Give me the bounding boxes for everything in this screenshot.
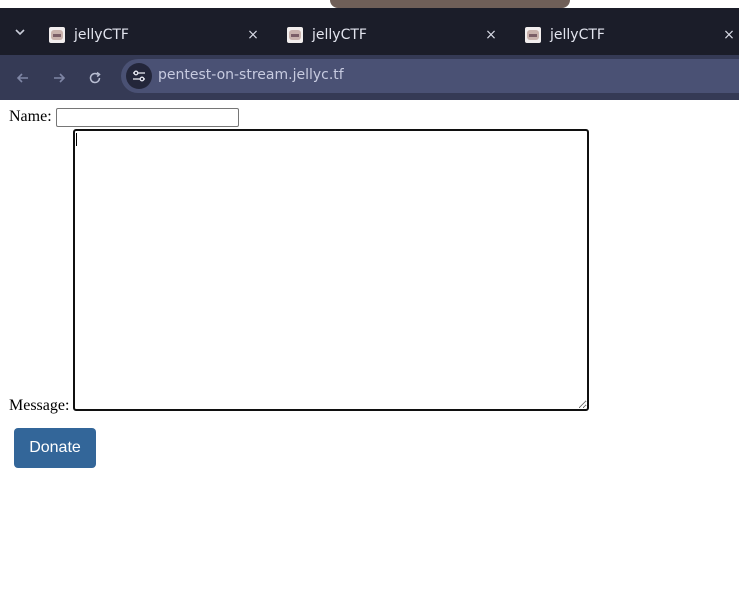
browser-tab[interactable]: jellyCTF × — [279, 16, 505, 54]
browser-tab[interactable]: jellyCTF × — [517, 16, 739, 54]
back-button[interactable] — [9, 64, 37, 92]
tab-list-button[interactable] — [8, 20, 32, 44]
reload-button[interactable] — [81, 64, 109, 92]
jellyctf-favicon-icon — [49, 27, 65, 43]
arrow-right-icon — [54, 73, 66, 83]
name-label: Name: — [9, 108, 52, 125]
reload-icon — [89, 71, 101, 84]
name-input[interactable] — [56, 108, 239, 127]
jellyctf-favicon-icon — [287, 27, 303, 43]
browser-tab[interactable]: jellyCTF × — [41, 16, 267, 54]
close-icon[interactable]: × — [481, 25, 501, 45]
donate-button[interactable]: Donate — [14, 428, 96, 468]
top-strip — [0, 0, 739, 8]
tab-title: jellyCTF — [74, 27, 129, 43]
tab-title: jellyCTF — [312, 27, 367, 43]
browser-toolbar: pentest-on-stream.jellyc.tf — [0, 55, 739, 100]
close-icon[interactable]: × — [243, 25, 263, 45]
tab-title: jellyCTF — [550, 27, 605, 43]
address-bar[interactable]: pentest-on-stream.jellyc.tf — [121, 59, 739, 93]
page-content: Name: Message: Donate — [0, 100, 739, 596]
url-text: pentest-on-stream.jellyc.tf — [158, 67, 344, 83]
chevron-down-icon — [15, 29, 25, 36]
message-textarea[interactable] — [73, 129, 589, 411]
browser-chrome: jellyCTF × jellyCTF × jellyCTF × pentest… — [0, 0, 739, 100]
background-photo — [330, 0, 570, 8]
message-label: Message: — [9, 397, 70, 414]
text-caret — [76, 133, 77, 146]
site-info-button[interactable] — [126, 63, 152, 89]
jellyctf-favicon-icon — [525, 27, 541, 43]
arrow-left-icon — [16, 73, 28, 83]
forward-button[interactable] — [45, 64, 73, 92]
tab-bar: jellyCTF × jellyCTF × jellyCTF × — [0, 8, 739, 55]
tune-icon — [133, 70, 145, 82]
close-icon[interactable]: × — [719, 25, 739, 45]
